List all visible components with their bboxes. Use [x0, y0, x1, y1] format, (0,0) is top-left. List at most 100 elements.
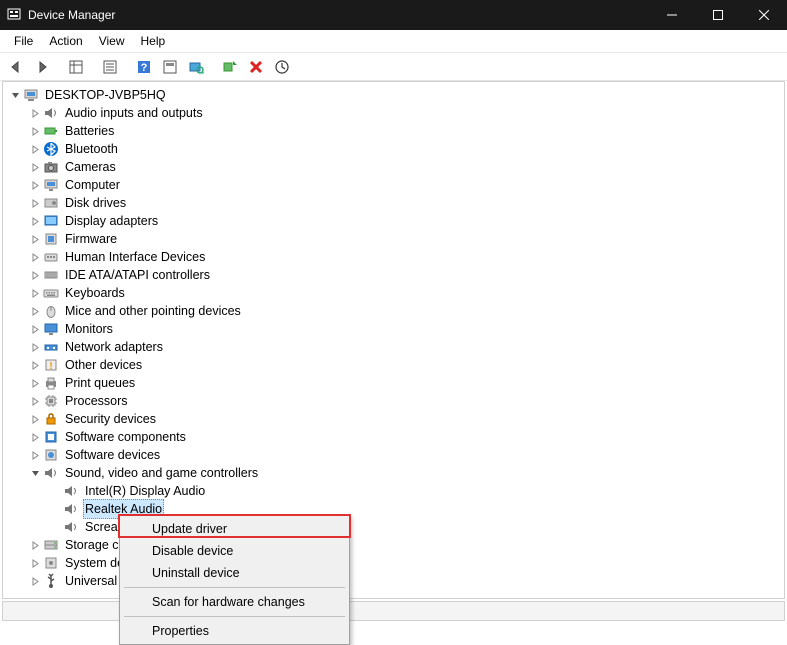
chevron-right-icon[interactable]: [29, 269, 42, 282]
uninstall-device-button[interactable]: [244, 55, 268, 79]
chevron-right-icon[interactable]: [29, 215, 42, 228]
twisty-none: [49, 485, 62, 498]
tree-item[interactable]: Keyboards: [5, 284, 782, 302]
chevron-down-icon[interactable]: [9, 89, 22, 102]
tree-root[interactable]: DESKTOP-JVBP5HQ: [5, 86, 782, 104]
context-menu-scan-hardware[interactable]: Scan for hardware changes: [122, 591, 347, 613]
context-menu-uninstall-device[interactable]: Uninstall device: [122, 562, 347, 584]
chevron-right-icon[interactable]: [29, 161, 42, 174]
tree-item[interactable]: Intel(R) Display Audio: [5, 482, 782, 500]
tree-item[interactable]: Bluetooth: [5, 140, 782, 158]
context-menu-properties[interactable]: Properties: [122, 620, 347, 642]
tree-item-label: Storage c: [63, 536, 121, 554]
minimize-button[interactable]: [649, 0, 695, 30]
chevron-right-icon[interactable]: [29, 395, 42, 408]
speaker-icon: [43, 105, 59, 121]
security-icon: [43, 411, 59, 427]
tree-item-label: Network adapters: [63, 338, 165, 356]
tree-item[interactable]: Computer: [5, 176, 782, 194]
window-controls: [649, 0, 787, 30]
app-icon: [6, 7, 22, 23]
tree-item[interactable]: Network adapters: [5, 338, 782, 356]
tree-item-label: Computer: [63, 176, 122, 194]
tree-item[interactable]: Firmware: [5, 230, 782, 248]
storage-icon: [43, 537, 59, 553]
context-menu: Update driver Disable device Uninstall d…: [119, 515, 350, 645]
chevron-right-icon[interactable]: [29, 125, 42, 138]
show-hide-tree-button[interactable]: [64, 55, 88, 79]
chevron-right-icon[interactable]: [29, 251, 42, 264]
chevron-right-icon[interactable]: [29, 305, 42, 318]
chevron-right-icon[interactable]: [29, 197, 42, 210]
speaker-icon: [43, 465, 59, 481]
camera-icon: [43, 159, 59, 175]
tree-item-label: Batteries: [63, 122, 116, 140]
tree-item[interactable]: Batteries: [5, 122, 782, 140]
tree-item-label: Other devices: [63, 356, 144, 374]
chevron-right-icon[interactable]: [29, 323, 42, 336]
tree-item-label: Disk drives: [63, 194, 128, 212]
scan-hardware-button[interactable]: [184, 55, 208, 79]
menu-view[interactable]: View: [91, 31, 133, 51]
tree-item[interactable]: Security devices: [5, 410, 782, 428]
chevron-right-icon[interactable]: [29, 557, 42, 570]
tree-item[interactable]: Print queues: [5, 374, 782, 392]
action-button[interactable]: [158, 55, 182, 79]
chevron-right-icon[interactable]: [29, 341, 42, 354]
chevron-down-icon[interactable]: [29, 467, 42, 480]
chevron-right-icon[interactable]: [29, 413, 42, 426]
tree-item[interactable]: Processors: [5, 392, 782, 410]
chevron-right-icon[interactable]: [29, 287, 42, 300]
context-menu-separator: [124, 616, 345, 617]
tree-item[interactable]: !Other devices: [5, 356, 782, 374]
tree-item[interactable]: IDE ATA/ATAPI controllers: [5, 266, 782, 284]
help-button[interactable]: ?: [132, 55, 156, 79]
tree-item-label: System de: [63, 554, 126, 572]
hid-icon: [43, 249, 59, 265]
chevron-right-icon[interactable]: [29, 539, 42, 552]
forward-button[interactable]: [30, 55, 54, 79]
enable-device-button[interactable]: [218, 55, 242, 79]
chevron-right-icon[interactable]: [29, 449, 42, 462]
back-button[interactable]: [4, 55, 28, 79]
properties-button[interactable]: [98, 55, 122, 79]
speaker-icon: [63, 501, 79, 517]
tree-item[interactable]: Cameras: [5, 158, 782, 176]
tree-item-label: Sound, video and game controllers: [63, 464, 260, 482]
chevron-right-icon[interactable]: [29, 575, 42, 588]
tree-item[interactable]: Audio inputs and outputs: [5, 104, 782, 122]
chevron-right-icon[interactable]: [29, 359, 42, 372]
context-menu-update-driver[interactable]: Update driver: [122, 518, 347, 540]
tree-item[interactable]: Software components: [5, 428, 782, 446]
context-menu-disable-device[interactable]: Disable device: [122, 540, 347, 562]
update-driver-button[interactable]: [270, 55, 294, 79]
menu-help[interactable]: Help: [133, 31, 174, 51]
mouse-icon: [43, 303, 59, 319]
chevron-right-icon[interactable]: [29, 107, 42, 120]
chevron-right-icon[interactable]: [29, 377, 42, 390]
tree-item-label: Software components: [63, 428, 188, 446]
chevron-right-icon[interactable]: [29, 431, 42, 444]
tree-item-label: Monitors: [63, 320, 115, 338]
chevron-right-icon[interactable]: [29, 143, 42, 156]
chevron-right-icon[interactable]: [29, 179, 42, 192]
printer-icon: [43, 375, 59, 391]
tree-item[interactable]: Software devices: [5, 446, 782, 464]
tree-item[interactable]: Human Interface Devices: [5, 248, 782, 266]
chevron-right-icon[interactable]: [29, 233, 42, 246]
tree-item-label: Firmware: [63, 230, 119, 248]
tree-item[interactable]: Disk drives: [5, 194, 782, 212]
ide-icon: [43, 267, 59, 283]
tree-item[interactable]: Display adapters: [5, 212, 782, 230]
close-button[interactable]: [741, 0, 787, 30]
tree-item-label: Intel(R) Display Audio: [83, 482, 207, 500]
tree-item[interactable]: Monitors: [5, 320, 782, 338]
tree-item[interactable]: Mice and other pointing devices: [5, 302, 782, 320]
maximize-button[interactable]: [695, 0, 741, 30]
window-title: Device Manager: [28, 8, 649, 22]
tree-category-sound[interactable]: Sound, video and game controllers: [5, 464, 782, 482]
pc-icon: [23, 87, 39, 103]
menu-file[interactable]: File: [6, 31, 41, 51]
tree-item-label: Keyboards: [63, 284, 127, 302]
menu-action[interactable]: Action: [41, 31, 90, 51]
